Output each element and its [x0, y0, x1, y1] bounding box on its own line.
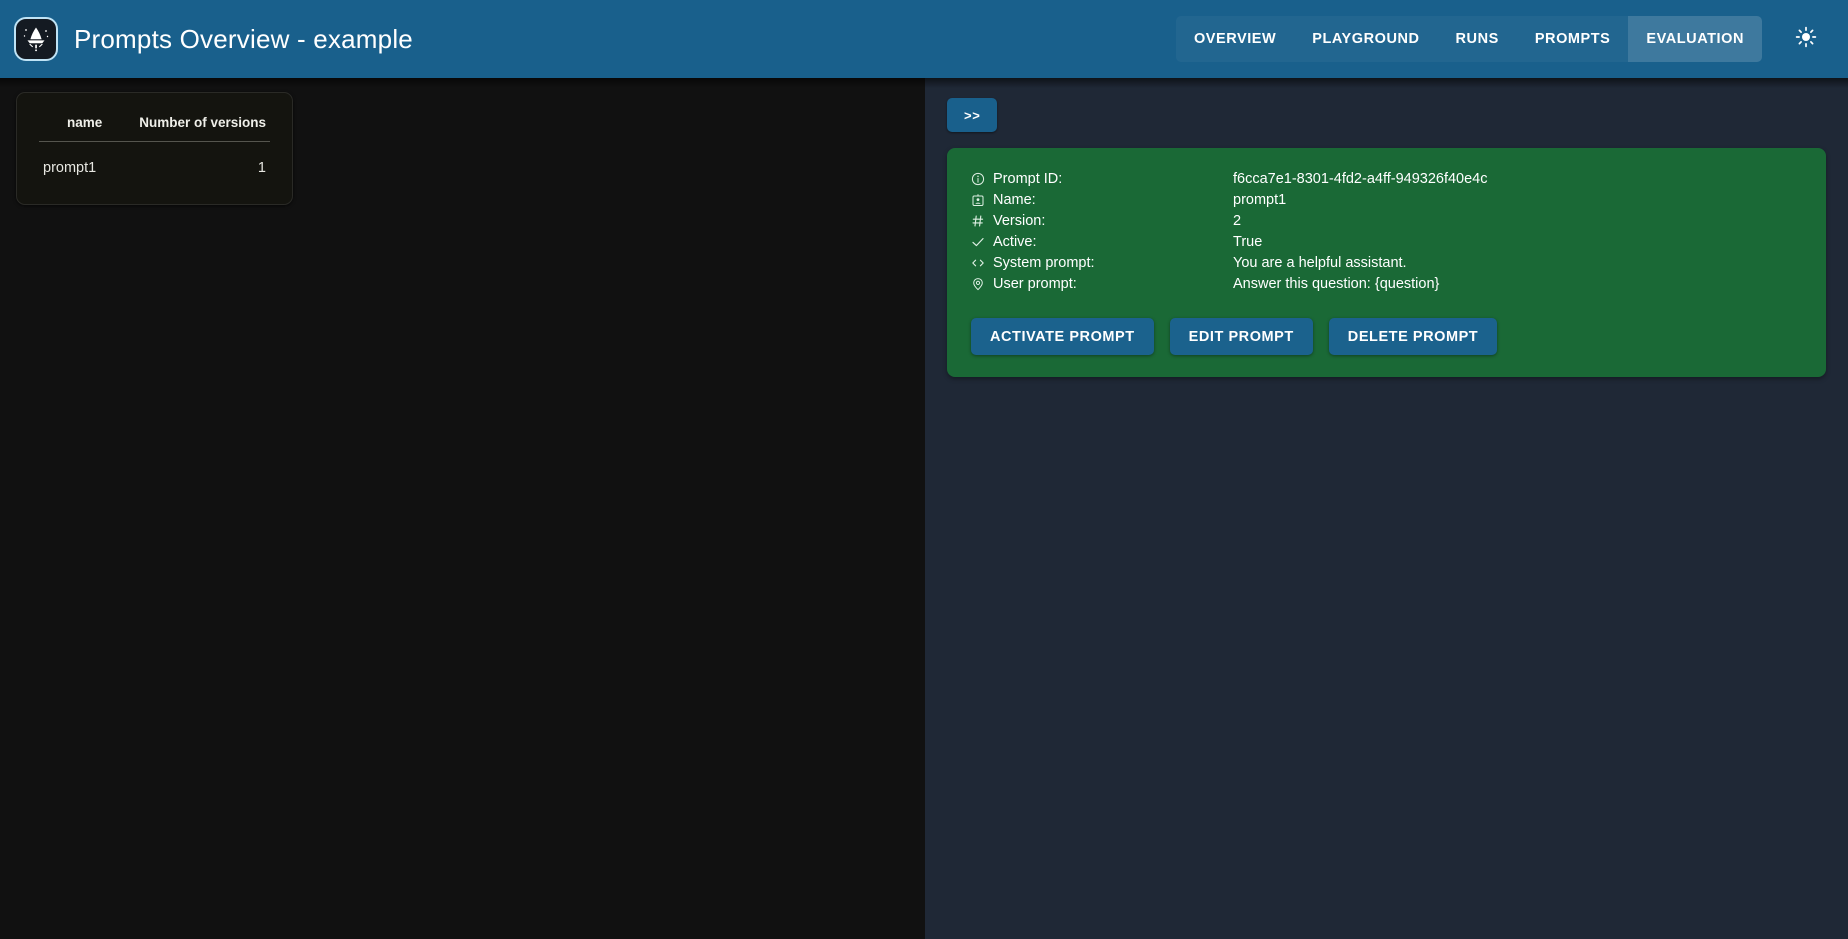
table-body: prompt1 1 [39, 142, 270, 181]
detail-label-name: Name: [993, 191, 1036, 208]
hash-icon [971, 214, 993, 228]
detail-value-user-prompt: Answer this question: {question} [1233, 275, 1440, 292]
detail-label-version: Version: [993, 212, 1046, 229]
expand-sidebar-button[interactable]: >> [947, 98, 998, 132]
prompt-actions: ACTIVATE PROMPT EDIT PROMPT DELETE PROMP… [971, 318, 1802, 355]
main-nav-tabs: OVERVIEW PLAYGROUND RUNS PROMPTS EVALUAT… [1175, 16, 1762, 62]
table-head: name Number of versions [39, 107, 270, 142]
edit-prompt-button[interactable]: EDIT PROMPT [1169, 318, 1313, 355]
info-circle-icon [971, 172, 993, 186]
column-header-versions[interactable]: Number of versions [115, 107, 270, 142]
detail-value-version: 2 [1233, 212, 1242, 229]
wizard-hat-icon [19, 22, 53, 56]
prompt-detail-rows: Prompt ID: f6cca7e1-8301-4fd2-a4ff-94932… [971, 168, 1802, 294]
prompts-table-card: name Number of versions prompt1 1 [16, 92, 293, 205]
app-header: Prompts Overview - example OVERVIEW PLAY… [0, 0, 1848, 88]
detail-label-system-prompt: System prompt: [993, 254, 1095, 271]
detail-row-system-prompt: System prompt: You are a helpful assista… [971, 252, 1802, 273]
map-pin-icon [971, 277, 993, 291]
page-title: Prompts Overview - example [74, 23, 413, 54]
detail-row-name: Name: prompt1 [971, 189, 1802, 210]
detail-row-prompt-id: Prompt ID: f6cca7e1-8301-4fd2-a4ff-94932… [971, 168, 1802, 189]
detail-row-user-prompt: User prompt: Answer this question: {ques… [971, 273, 1802, 294]
detail-label-prompt-id: Prompt ID: [993, 170, 1063, 187]
detail-label-user-prompt: User prompt: [993, 275, 1077, 292]
body-split: name Number of versions prompt1 1 >> Pro… [0, 78, 1848, 939]
app-root: Prompts Overview - example OVERVIEW PLAY… [0, 0, 1848, 939]
code-brackets-icon [971, 256, 993, 270]
check-icon [971, 235, 993, 249]
prompt-detail-card: Prompt ID: f6cca7e1-8301-4fd2-a4ff-94932… [947, 148, 1826, 377]
cell-version-count: 1 [257, 160, 266, 176]
right-pane: >> Prompt ID: f6cca7e1-8301-4fd2-a4ff-94… [925, 78, 1848, 939]
tab-evaluation[interactable]: EVALUATION [1628, 16, 1762, 62]
table-row[interactable]: prompt1 1 [39, 142, 270, 181]
tab-overview[interactable]: OVERVIEW [1176, 16, 1294, 62]
tab-runs[interactable]: RUNS [1438, 16, 1517, 62]
left-pane: name Number of versions prompt1 1 [0, 78, 925, 939]
delete-prompt-button[interactable]: DELETE PROMPT [1328, 318, 1498, 355]
sun-icon [1795, 26, 1817, 53]
tab-prompts[interactable]: PROMPTS [1517, 16, 1629, 62]
detail-value-name: prompt1 [1233, 191, 1287, 208]
detail-row-version: Version: 2 [971, 210, 1802, 231]
table-header-row: name Number of versions [39, 107, 270, 142]
app-logo [14, 17, 58, 61]
theme-toggle-button[interactable] [1786, 19, 1826, 59]
id-badge-icon [971, 193, 993, 207]
detail-row-active: Active: True [971, 231, 1802, 252]
column-header-name[interactable]: name [39, 107, 116, 142]
cell-prompt-name: prompt1 [43, 160, 97, 176]
activate-prompt-button[interactable]: ACTIVATE PROMPT [971, 318, 1154, 355]
prompts-table: name Number of versions prompt1 1 [39, 107, 270, 180]
detail-label-active: Active: [993, 233, 1037, 250]
tab-playground[interactable]: PLAYGROUND [1294, 16, 1437, 62]
detail-value-system-prompt: You are a helpful assistant. [1233, 254, 1407, 271]
detail-value-active: True [1233, 233, 1263, 250]
detail-value-prompt-id: f6cca7e1-8301-4fd2-a4ff-949326f40e4c [1233, 170, 1488, 187]
